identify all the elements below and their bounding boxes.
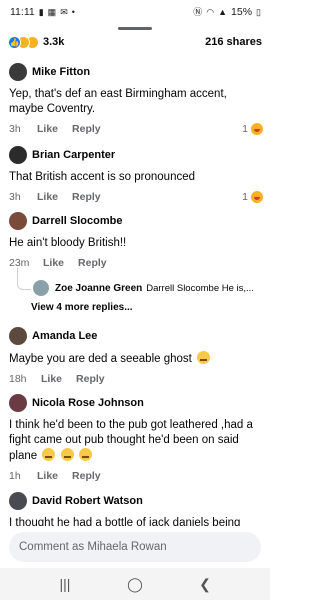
like-button[interactable]: Like: [37, 191, 58, 203]
comment: Mike Fitton Yep, that's def an east Birm…: [9, 62, 263, 136]
view-more-replies-link[interactable]: View 4 more replies...: [31, 302, 133, 313]
thumbs-up-icon: 👍: [8, 35, 21, 49]
reply-button[interactable]: Reply: [72, 470, 101, 482]
comment-time: 18h: [9, 372, 27, 385]
thinking-emoji-icon: [60, 448, 74, 461]
mail-icon: ✉: [60, 6, 68, 17]
wifi-icon: ◠: [206, 6, 215, 17]
reaction-summary-button[interactable]: 👍 3.3k: [8, 35, 65, 49]
reply-button[interactable]: Reply: [72, 123, 101, 135]
laugh-reaction-icon: [251, 190, 263, 203]
avatar[interactable]: [9, 394, 27, 412]
comment-text: That British accent is so pronounced: [9, 171, 196, 183]
thinking-emoji-icon: [42, 448, 56, 461]
comment-author[interactable]: Nicola Rose Johnson: [32, 397, 144, 409]
comment-reactions[interactable]: 1: [242, 190, 263, 203]
like-button[interactable]: Like: [37, 123, 58, 135]
comment: Nicola Rose Johnson I think he'd been to…: [9, 393, 263, 483]
laugh-reaction-icon: [251, 122, 263, 135]
comment-composer: Comment as Mihaela Rowan: [0, 528, 270, 568]
comment-text: I thought he had a bottle of jack daniel…: [9, 517, 241, 526]
comment-author[interactable]: Mike Fitton: [32, 66, 90, 78]
comment-reaction-count: 1: [242, 122, 248, 135]
comment-time: 1h: [9, 469, 21, 482]
status-bar: 11:11 ▮ ▦ ✉ • Ⓝ ◠ ▲ 15% ▯: [0, 0, 270, 24]
sheet-drag-handle[interactable]: [118, 27, 152, 30]
rofl-emoji-icon: [78, 448, 92, 461]
avatar[interactable]: [9, 146, 27, 164]
avatar[interactable]: [9, 212, 27, 230]
battery-level: 15%: [231, 6, 253, 18]
shares-count[interactable]: 216 shares: [205, 36, 262, 48]
comment-text-row: I think he'd been to the pub got leather…: [9, 418, 263, 464]
notification-icon: ▮: [38, 6, 44, 17]
comment-text: Maybe you are ded a seeable ghost: [9, 353, 192, 365]
clock: 11:11: [10, 6, 35, 18]
system-nav-bar: ||| ◯ ❮: [0, 568, 270, 600]
battery-icon: ▯: [256, 6, 261, 17]
comment: Darrell Slocombe He ain't bloody British…: [9, 211, 263, 270]
reaction-count: 3.3k: [43, 36, 65, 48]
dot-icon: •: [71, 6, 75, 17]
reply-button[interactable]: Reply: [72, 191, 101, 203]
like-button[interactable]: Like: [37, 470, 58, 482]
like-button[interactable]: Like: [43, 257, 64, 269]
comment-input[interactable]: Comment as Mihaela Rowan: [9, 532, 261, 562]
avatar[interactable]: [9, 492, 27, 510]
comment-text: Yep, that's def an east Birmingham accen…: [9, 88, 227, 115]
comment-author[interactable]: David Robert Watson: [32, 495, 143, 507]
reply-snippet: Darrell Slocombe He is,...: [146, 282, 254, 294]
comment-author[interactable]: Brian Carpenter: [32, 149, 115, 161]
comments-list[interactable]: Mike Fitton Yep, that's def an east Birm…: [0, 56, 270, 526]
avatar[interactable]: [9, 63, 27, 81]
thread-connector: [17, 268, 31, 290]
comment: Amanda Lee Maybe you are ded a seeable g…: [9, 326, 263, 386]
grimace-emoji-icon: [197, 351, 211, 364]
comment-time: 23m: [9, 256, 30, 269]
comment-text-row: Maybe you are ded a seeable ghost: [9, 351, 263, 367]
avatar[interactable]: [9, 327, 27, 345]
reply-button[interactable]: Reply: [78, 257, 107, 269]
back-icon[interactable]: ❮: [190, 576, 220, 593]
comment-time: 3h: [9, 122, 21, 135]
comment-reaction-count: 1: [242, 190, 248, 203]
recents-icon[interactable]: |||: [50, 576, 80, 592]
reply-button[interactable]: Reply: [76, 373, 105, 385]
comment-author[interactable]: Darrell Slocombe: [32, 215, 122, 227]
comment-text: He ain't bloody British!!: [9, 237, 127, 249]
comment: David Robert Watson I thought he had a b…: [9, 491, 263, 526]
comment-reactions[interactable]: 1: [242, 122, 263, 135]
avatar[interactable]: [33, 280, 49, 296]
comment: Brian Carpenter That British accent is s…: [9, 145, 263, 204]
home-icon[interactable]: ◯: [120, 576, 150, 593]
comment-time: 3h: [9, 190, 21, 203]
reactions-summary: 👍 3.3k 216 shares: [8, 33, 262, 51]
reply-preview[interactable]: Zoe Joanne Green Darrell Slocombe He is,…: [33, 280, 259, 296]
comment-author[interactable]: Amanda Lee: [32, 330, 97, 342]
reply-author[interactable]: Zoe Joanne Green: [55, 283, 142, 294]
like-button[interactable]: Like: [41, 373, 62, 385]
signal-icon: ▲: [218, 6, 228, 17]
gallery-icon: ▦: [47, 6, 57, 17]
nfc-icon: Ⓝ: [193, 6, 203, 17]
